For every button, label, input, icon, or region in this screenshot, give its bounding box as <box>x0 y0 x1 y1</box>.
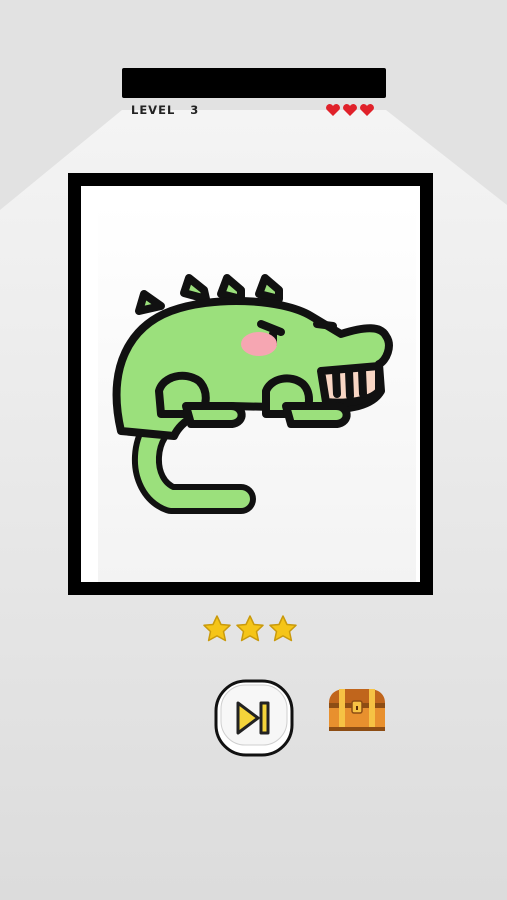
star-icon <box>236 615 264 642</box>
lives-hearts <box>326 104 374 116</box>
level-label: LEVEL <box>131 103 176 117</box>
skip-level-button[interactable] <box>214 679 294 757</box>
heart-icon <box>343 104 357 116</box>
treasure-chest-icon <box>329 689 385 731</box>
level-indicator: LEVEL 3 <box>131 103 199 117</box>
skip-next-icon <box>214 679 294 757</box>
level-number: 3 <box>190 103 200 117</box>
stars-rating <box>203 615 297 642</box>
top-banner <box>122 68 386 98</box>
puzzle-canvas[interactable] <box>81 186 420 582</box>
star-icon <box>269 615 297 642</box>
puzzle-frame <box>68 173 433 595</box>
heart-icon <box>360 104 374 116</box>
star-icon <box>203 615 231 642</box>
game-screen: LEVEL 3 <box>0 0 507 900</box>
heart-icon <box>326 104 340 116</box>
treasure-chest-button[interactable] <box>325 687 389 733</box>
crocodile-icon <box>81 186 416 582</box>
